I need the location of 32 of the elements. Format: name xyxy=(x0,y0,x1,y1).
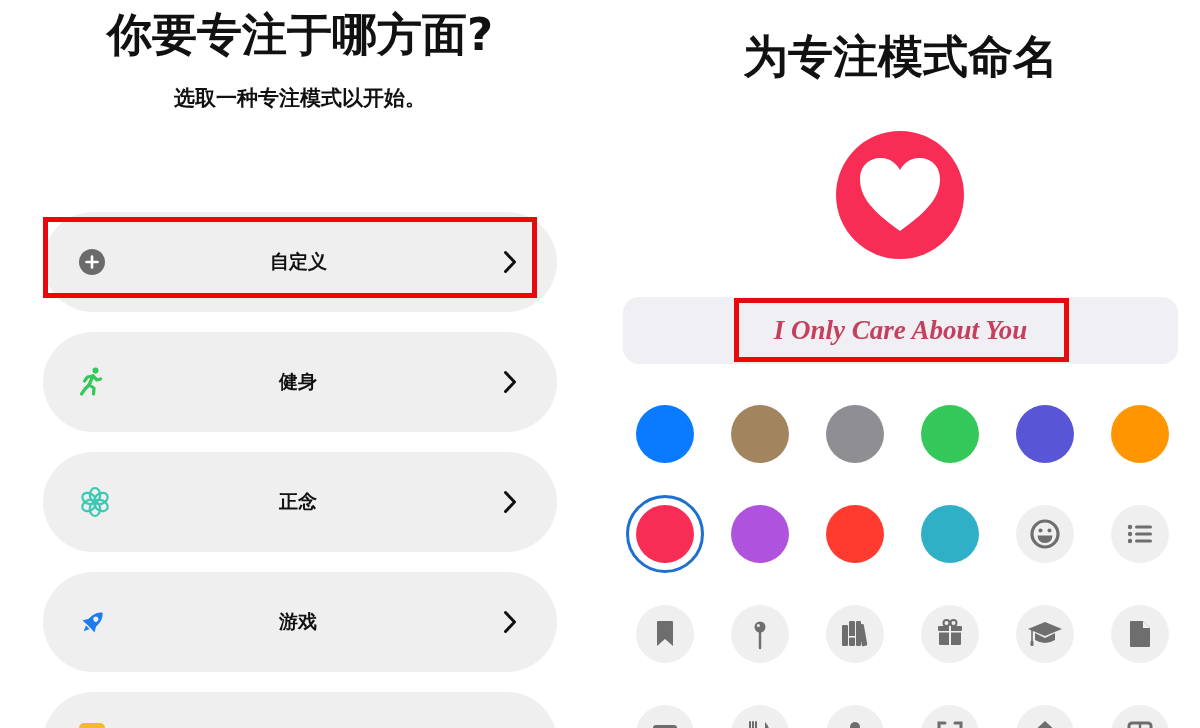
graduation-cap-icon[interactable] xyxy=(1015,605,1074,663)
page-title: 为专注模式命名 xyxy=(742,30,1058,84)
list-icon[interactable] xyxy=(1110,505,1169,563)
pin-icon[interactable] xyxy=(730,605,789,663)
color-swatch[interactable] xyxy=(730,505,789,563)
gift-icon[interactable] xyxy=(920,605,979,663)
name-field[interactable]: I Only Care About You xyxy=(623,297,1178,364)
color-swatch[interactable] xyxy=(920,505,979,563)
chevron-right-icon xyxy=(503,250,517,274)
smiley-icon[interactable] xyxy=(1015,505,1074,563)
page-title: 你要专注于哪方面? xyxy=(106,8,494,62)
color-swatch[interactable] xyxy=(825,505,884,563)
page-subtitle: 选取一种专注模式以开始。 xyxy=(174,85,426,112)
flower-icon xyxy=(79,486,111,518)
bookmark-icon[interactable] xyxy=(635,605,694,663)
document-icon[interactable] xyxy=(1110,605,1169,663)
color-swatch[interactable] xyxy=(1110,405,1169,463)
color-swatch[interactable] xyxy=(1015,405,1074,463)
focus-mode-item[interactable]: 正念 xyxy=(43,452,557,552)
color-swatch[interactable] xyxy=(635,405,694,463)
books-icon[interactable] xyxy=(825,605,884,663)
chevron-right-icon xyxy=(503,370,517,394)
color-swatch[interactable] xyxy=(920,405,979,463)
color-swatch[interactable] xyxy=(825,405,884,463)
plus-circle-icon xyxy=(79,249,105,275)
color-swatch[interactable] xyxy=(730,405,789,463)
chevron-right-icon xyxy=(503,490,517,514)
focus-mode-item[interactable]: 健身 xyxy=(43,332,557,432)
running-figure-icon xyxy=(79,367,103,397)
chevron-right-icon xyxy=(503,610,517,634)
focus-mode-item[interactable]: 自定义 xyxy=(43,212,557,312)
focus-mode-item[interactable]: 游戏 xyxy=(43,572,557,672)
